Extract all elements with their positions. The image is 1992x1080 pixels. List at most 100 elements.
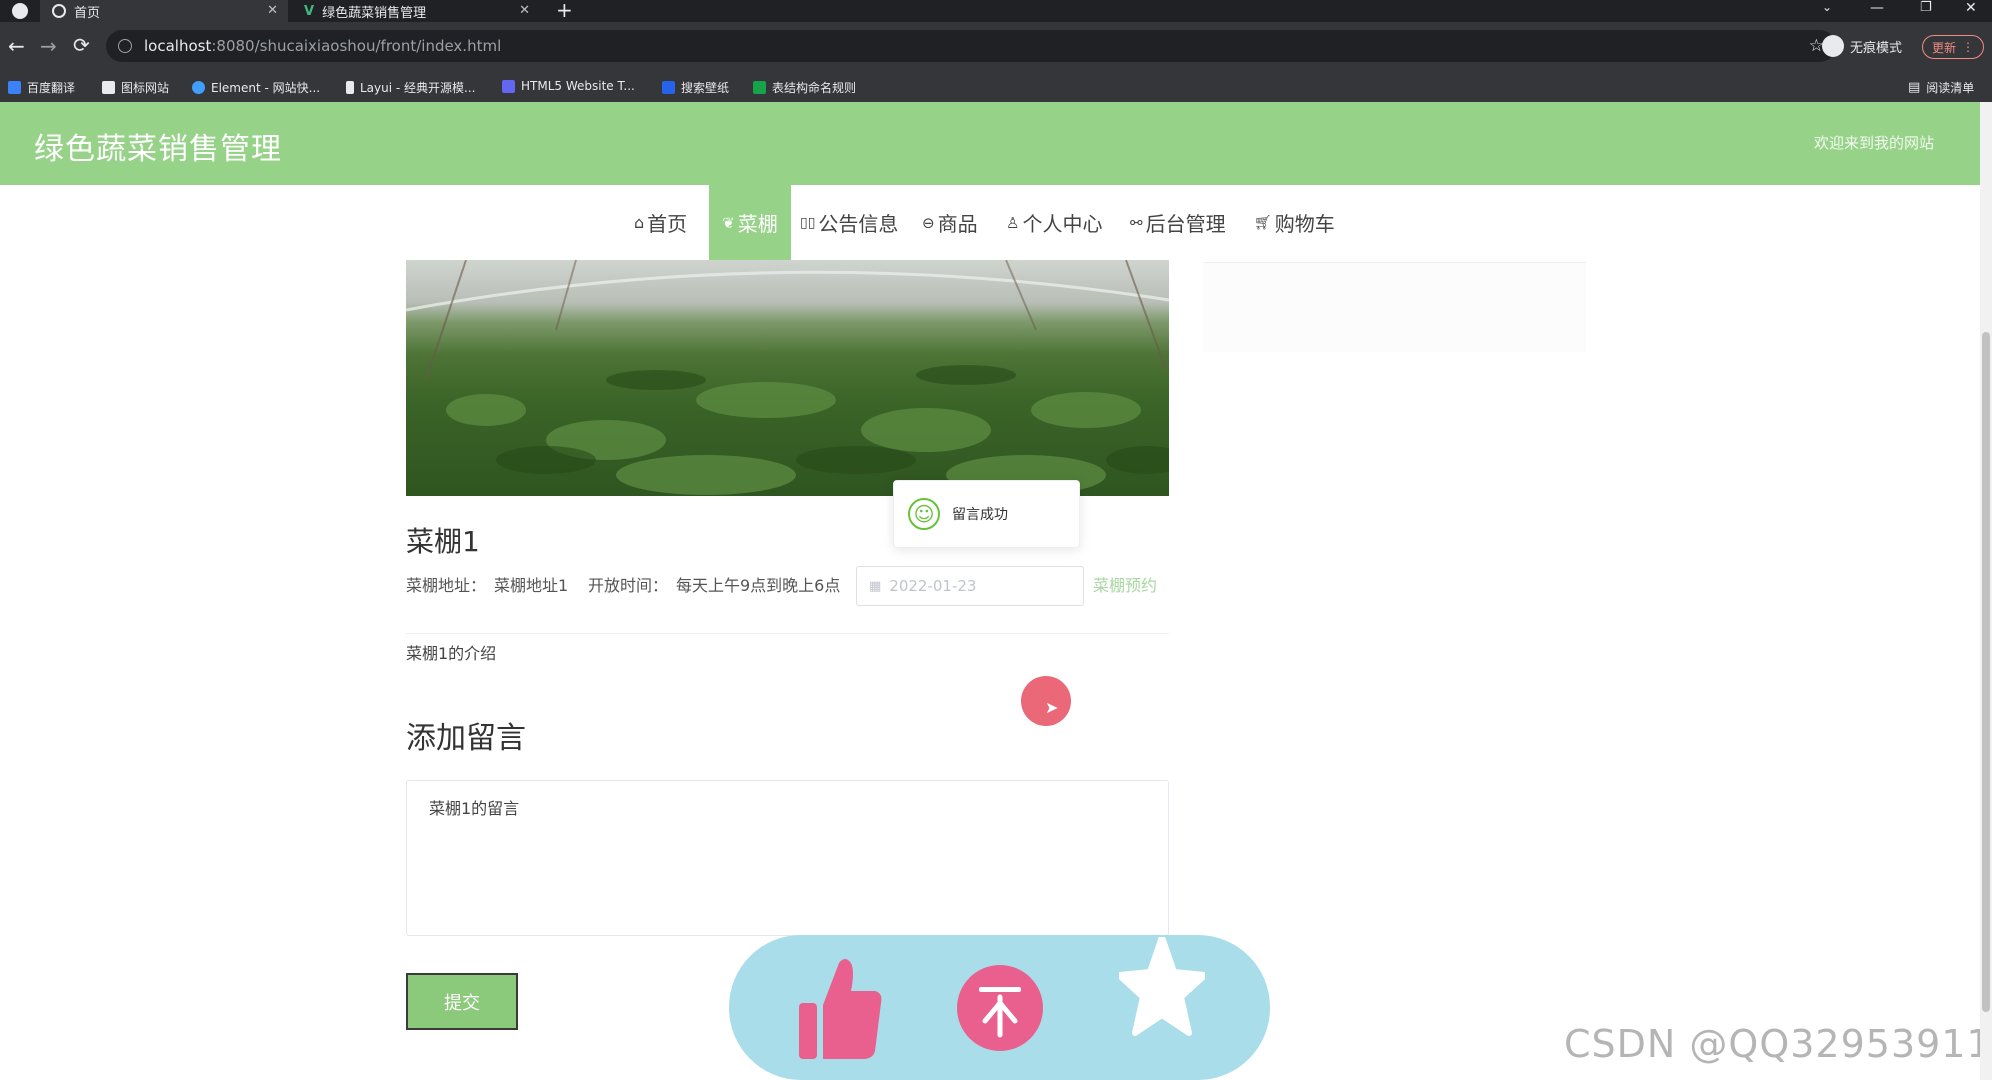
watermark: CSDN @QQ3295391197 (1564, 1022, 1992, 1066)
floating-action-bar (729, 935, 1270, 1080)
tab-search-icon[interactable]: ⌄ (1822, 0, 1832, 14)
book-icon: ▯▯ (800, 214, 816, 231)
submit-label: 提交 (444, 992, 480, 1014)
bookmark-item[interactable]: 百度翻译 (8, 79, 75, 96)
browser-toolbar: ← → ⟳ localhost :8080/shucaixiaoshou/fro… (0, 22, 1992, 72)
globe-icon (52, 4, 66, 18)
tab-title: 绿色蔬菜销售管理 (322, 5, 427, 21)
date-value: 2022-01-23 (889, 577, 977, 595)
element-logo-icon (192, 81, 205, 94)
star-icon[interactable] (1119, 937, 1205, 1037)
close-tab-icon[interactable]: ✕ (267, 3, 278, 18)
nav-item-greenhouse[interactable]: ❦ 菜棚 (709, 185, 791, 260)
nav-label: 公告信息 (818, 212, 899, 236)
bookmark-item[interactable]: 图标网站 (102, 79, 169, 96)
toast-text: 留言成功 (952, 507, 1008, 523)
address-input[interactable]: localhost :8080/shucaixiaoshou/front/ind… (106, 30, 1836, 62)
message-textarea[interactable]: 菜棚1的留言 (406, 780, 1169, 936)
date-picker[interactable]: ▦ 2022-01-23 (856, 566, 1084, 606)
reload-icon[interactable]: ⟳ (73, 33, 90, 57)
divider (406, 633, 1169, 634)
site-header: 绿色蔬菜销售管理 欢迎来到我的网站 (0, 102, 1980, 185)
cursor-icon: ➤ (1045, 698, 1059, 717)
browser-logo-icon (12, 3, 28, 19)
incognito-indicator[interactable]: 无痕模式 (1822, 35, 1902, 57)
nav-label: 菜棚 (737, 212, 778, 236)
address-value: 菜棚地址1 (494, 576, 569, 595)
incognito-icon (1822, 35, 1844, 57)
bookmark-item[interactable]: HTML5 Website T... (502, 79, 635, 93)
url-host: localhost (144, 37, 212, 55)
greenhouse-image (406, 260, 1169, 496)
main-nav: ⌂ 首页 ❦ 菜棚 ▯▯ 公告信息 ⊖ 商品 ♙ 个人中心 ⚯ 后台管理 🛒︎ … (0, 185, 1980, 260)
nav-item-cart[interactable]: 🛒︎ 购物车 (1254, 185, 1344, 260)
wallpaper-icon (662, 81, 675, 94)
reading-list-icon: ▤ (1908, 80, 1921, 95)
nav-label: 后台管理 (1145, 212, 1226, 236)
user-icon: ♙ (1006, 213, 1020, 232)
nav-item-profile[interactable]: ♙ 个人中心 (1006, 185, 1122, 260)
back-icon[interactable]: ← (8, 34, 25, 58)
minimize-button[interactable]: — (1870, 0, 1884, 16)
sidebar-panel (1203, 262, 1586, 352)
home-icon: ⌂ (634, 213, 645, 232)
flag-icon (102, 81, 115, 94)
incognito-label: 无痕模式 (1850, 40, 1903, 56)
coin-icon[interactable] (957, 965, 1043, 1051)
message-textarea-value: 菜棚1的留言 (429, 799, 520, 818)
address-label: 菜棚地址： (406, 576, 487, 595)
close-tab-icon[interactable]: ✕ (519, 3, 530, 18)
reading-list-button[interactable]: ▤ 阅读清单 (1908, 79, 1974, 96)
success-toast: ☺ 留言成功 (893, 480, 1080, 548)
layui-logo-icon (346, 81, 354, 94)
update-label: 更新 (1931, 40, 1956, 55)
sheet-icon (753, 81, 766, 94)
update-button[interactable]: 更新 ⋮ (1922, 35, 1984, 59)
thumbs-up-icon[interactable] (797, 955, 883, 1061)
calendar-icon: ▦ (869, 578, 882, 594)
click-indicator: ➤ (1021, 676, 1071, 726)
nav-label: 首页 (647, 212, 688, 236)
message-heading: 添加留言 (406, 721, 526, 756)
browser-tab-bar: 首页 ✕ V 绿色蔬菜销售管理 ✕ + ⌄ — ❐ ✕ (0, 0, 1992, 22)
nav-item-home[interactable]: ⌂ 首页 (634, 185, 714, 260)
nav-label: 商品 (937, 212, 978, 236)
forward-icon[interactable]: → (40, 34, 57, 58)
bookmark-item[interactable]: Element - 网站快... (192, 79, 320, 96)
greenhouse-name: 菜棚1 (406, 525, 480, 558)
goods-icon: ⊖ (922, 213, 935, 232)
url-path: :8080/shucaixiaoshou/front/index.html (211, 37, 502, 55)
reserve-link[interactable]: 菜棚预约 (1093, 572, 1157, 596)
new-tab-button[interactable]: + (556, 0, 573, 22)
page-scrollbar[interactable] (1980, 102, 1992, 1080)
bookmark-item[interactable]: 搜索壁纸 (662, 79, 729, 96)
nav-item-goods[interactable]: ⊖ 商品 (922, 185, 998, 260)
html5-logo-icon (502, 79, 515, 93)
info-icon (118, 39, 132, 53)
submit-button[interactable]: 提交 (406, 973, 518, 1030)
nav-label: 购物车 (1274, 212, 1335, 236)
link-icon: ⚯ (1130, 213, 1143, 232)
translate-icon (8, 81, 21, 94)
welcome-text: 欢迎来到我的网站 (1814, 134, 1935, 152)
nav-label: 个人中心 (1022, 212, 1103, 236)
tab-title: 首页 (74, 5, 101, 21)
restore-button[interactable]: ❐ (1920, 0, 1932, 15)
nav-item-admin[interactable]: ⚯ 后台管理 (1130, 185, 1246, 260)
bookmarks-bar: 百度翻译 图标网站 Element - 网站快... Layui - 经典开源模… (0, 72, 1992, 102)
nav-item-notices[interactable]: ▯▯ 公告信息 (800, 185, 910, 260)
bookmark-item[interactable]: Layui - 经典开源模... (346, 79, 475, 96)
bookmark-item[interactable]: 表结构命名规则 (753, 79, 856, 96)
browser-tab-home[interactable]: 首页 ✕ (40, 0, 288, 22)
vue-logo-icon: V (304, 3, 315, 19)
greenhouse-intro: 菜棚1的介绍 (406, 644, 497, 663)
smile-icon: ☺ (908, 498, 940, 530)
browser-tab-app[interactable]: V 绿色蔬菜销售管理 ✕ (292, 0, 540, 22)
scrollbar-thumb[interactable] (1982, 332, 1990, 1012)
cart-icon: 🛒︎ (1254, 214, 1272, 231)
hours-label: 开放时间： (588, 576, 669, 595)
close-window-button[interactable]: ✕ (1965, 0, 1977, 16)
site-title: 绿色蔬菜销售管理 (34, 132, 282, 167)
hours-value: 每天上午9点到晚上6点 (676, 576, 841, 595)
leaf-icon: ❦ (722, 213, 735, 232)
